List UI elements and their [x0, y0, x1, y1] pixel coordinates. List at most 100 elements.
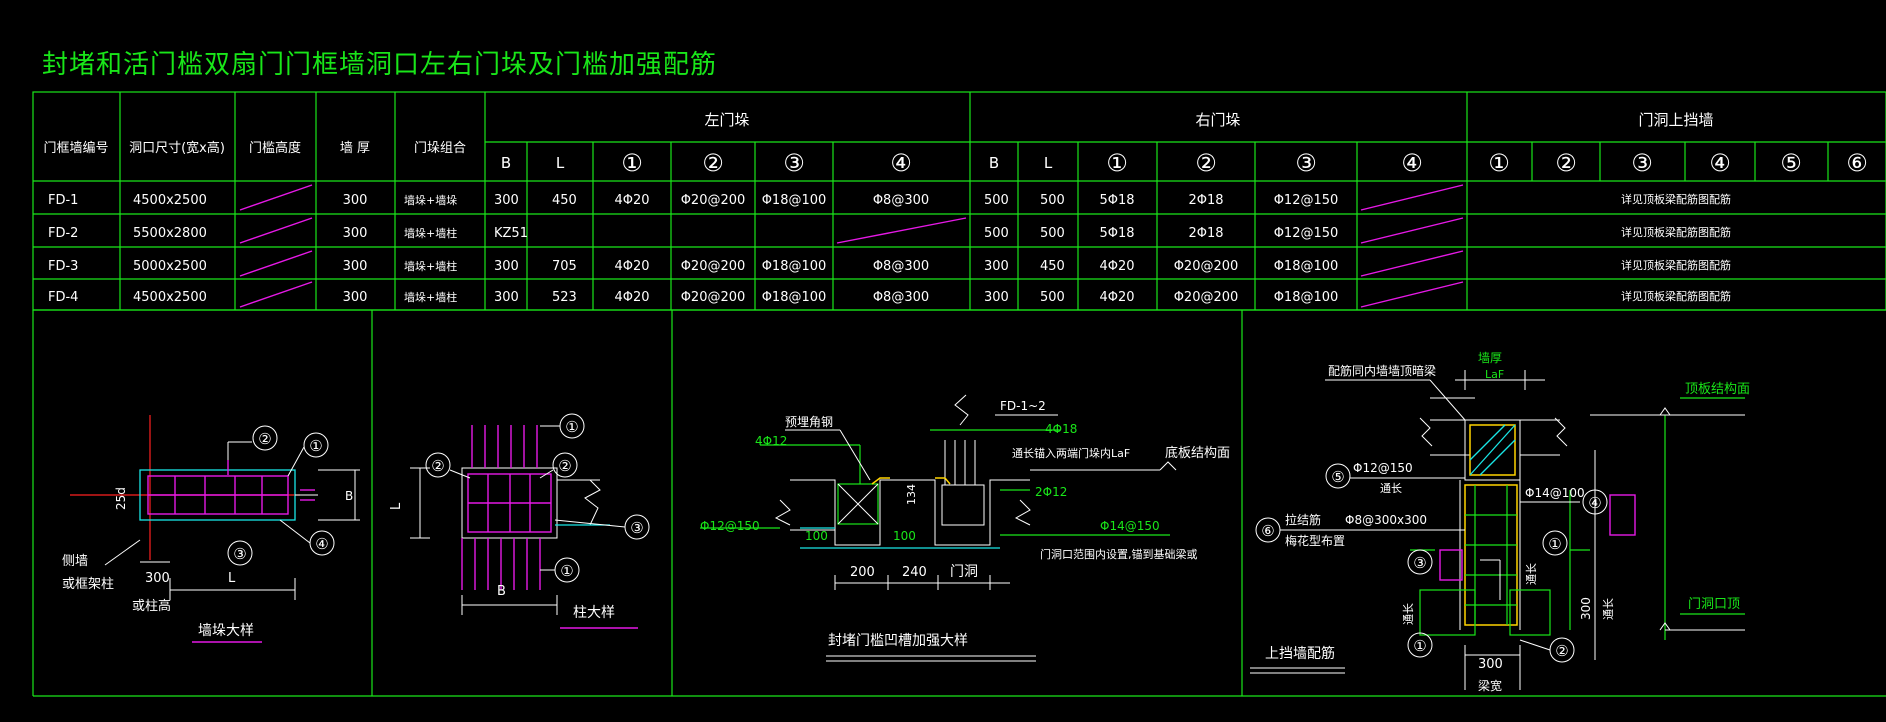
detail-column: ① ② ② ③ ① L B 柱大样: [389, 413, 650, 629]
sub-top-2: ②: [1555, 149, 1577, 177]
d4-n2: ②: [1555, 642, 1568, 660]
cell-l3: Φ18@100: [762, 259, 827, 274]
d2-n1a: ①: [565, 418, 578, 436]
d4-n5: ⑤: [1331, 468, 1344, 486]
header-sill: 门槛高度: [249, 140, 301, 156]
d4-tong2: 通长: [1525, 563, 1538, 585]
d4-n1b: ①: [1413, 637, 1426, 655]
cell-ll: 523: [552, 290, 577, 305]
sub-headers: B L ① ② ③ ④ B L ① ② ③ ④ ① ② ③ ④ ⑤ ⑥: [501, 149, 1868, 177]
d3-d240: 240: [902, 565, 927, 580]
cell-size: 4500x2500: [133, 290, 207, 305]
d1-side1: 侧墙: [62, 554, 88, 569]
cell-r2: 2Φ18: [1188, 193, 1223, 208]
d1-n4: ④: [315, 535, 328, 553]
d3-angle: 预埋角钢: [785, 415, 833, 429]
sub-right-l: L: [1044, 154, 1053, 172]
d1-h: 25d: [114, 487, 128, 510]
cell-r3: Φ12@150: [1274, 226, 1339, 241]
cell-r3: Φ12@150: [1274, 193, 1339, 208]
d3-d100a: 100: [805, 529, 828, 543]
cell-id: FD-4: [48, 290, 78, 305]
d2-caption: 柱大样: [573, 605, 615, 621]
cell-rb: 500: [984, 193, 1009, 208]
cell-wall: 300: [343, 193, 368, 208]
cell-l4: Φ8@300: [873, 259, 929, 274]
cell-r2: 2Φ18: [1188, 226, 1223, 241]
d2-n1b: ①: [560, 562, 573, 580]
cell-l1: 4Φ20: [614, 290, 649, 305]
sub-left-4: ④: [890, 149, 912, 177]
cell-rb: 300: [984, 259, 1009, 274]
sub-top-4: ④: [1709, 149, 1731, 177]
d4-laf: LaF: [1485, 368, 1504, 381]
cell-size: 5500x2800: [133, 226, 207, 241]
sub-right-4: ④: [1401, 149, 1423, 177]
header-top: 门洞上挡墙: [1638, 111, 1713, 129]
cell-l3: Φ18@100: [762, 290, 827, 305]
d4-bw: 梁宽: [1478, 678, 1502, 693]
cell-combo: 墙垛+墙柱: [404, 226, 457, 240]
d4-n6: ⑥: [1261, 522, 1274, 540]
sub-right-3: ③: [1295, 149, 1317, 177]
d4-r6b: 梅花型布置: [1285, 533, 1345, 548]
header-id: 门框墙编号: [43, 141, 108, 156]
cell-top: 详见顶板梁配筋图配筋: [1621, 258, 1731, 272]
d4-wt: 墙厚: [1478, 351, 1502, 365]
detail-sill-groove: 4Φ12 预埋角钢 FD-1~2 4Φ18 通长锚入两端门垛内LaF 底板结构面…: [700, 394, 1230, 662]
d2-n2b: ②: [558, 457, 571, 475]
sub-left-2: ②: [702, 149, 724, 177]
cell-combo: 墙垛+墙柱: [404, 259, 457, 273]
cell-combo: 墙垛+墙柱: [404, 290, 457, 304]
sub-left-1: ①: [621, 149, 643, 177]
cell-rl: 500: [1040, 226, 1065, 241]
detail-wall-pier: ② ① ③ ④ B 25d 300 L 侧墙 或框架柱 或柱高 墙垛大样: [62, 415, 360, 643]
cell-r1: 5Φ18: [1099, 193, 1134, 208]
header-combo: 门垛组合: [414, 141, 466, 156]
cell-r2: Φ20@200: [1174, 290, 1239, 305]
cell-wall: 300: [343, 226, 368, 241]
cell-size: 4500x2500: [133, 193, 207, 208]
sub-right-1: ①: [1106, 149, 1128, 177]
table-body: FD-1 4500x2500 300 墙垛+墙垛 300 450 4Φ20 Φ2…: [48, 192, 1731, 305]
cell-l1: 4Φ20: [614, 259, 649, 274]
d4-r6a: 拉结筋: [1285, 512, 1321, 527]
header-left: 左门垛: [704, 111, 749, 129]
d4-slab: 顶板结构面: [1685, 382, 1750, 397]
d3-phi14: Φ14@150: [1100, 519, 1160, 533]
cell-r1: 4Φ20: [1099, 259, 1134, 274]
detail-top-wall: 配筋同内墙墙顶暗梁 墙厚 LaF 顶板结构面 ⑤ Φ12@150 通长 ⑥ 拉结…: [1250, 351, 1750, 693]
d4-caption: 上挡墙配筋: [1265, 645, 1335, 662]
d4-n4: ④: [1588, 494, 1601, 512]
cell-rl: 500: [1040, 290, 1065, 305]
sub-top-6: ⑥: [1846, 149, 1868, 177]
cell-top: 详见顶板梁配筋图配筋: [1621, 192, 1731, 206]
table-row: FD-3 5000x2500 300 墙垛+墙柱 300 705 4Φ20 Φ2…: [48, 258, 1731, 274]
d3-r4phi12: 4Φ12: [755, 434, 787, 448]
cad-drawing: 门框墙编号 洞口尺寸(宽x高) 门槛高度 墙 厚 门垛组合 左门垛 右门垛 门洞…: [32, 91, 1886, 697]
sub-left-3: ③: [783, 149, 805, 177]
cell-ll: 450: [552, 193, 577, 208]
d4-top1: 配筋同内墙墙顶暗梁: [1328, 363, 1436, 378]
cell-rb: 300: [984, 290, 1009, 305]
cell-r2: Φ20@200: [1174, 259, 1239, 274]
cell-l4: Φ8@300: [873, 193, 929, 208]
cell-r1: 4Φ20: [1099, 290, 1134, 305]
sub-right-b: B: [989, 154, 999, 172]
cell-l3: Φ18@100: [762, 193, 827, 208]
d3-d200: 200: [850, 565, 875, 580]
d1-side2: 或框架柱: [62, 577, 114, 592]
d4-r6: Φ8@300x300: [1345, 513, 1427, 527]
sub-right-2: ②: [1195, 149, 1217, 177]
cell-l2: Φ20@200: [681, 193, 746, 208]
cell-r1: 5Φ18: [1099, 226, 1134, 241]
d4-r5: Φ12@150: [1353, 461, 1413, 475]
cell-r3: Φ18@100: [1274, 290, 1339, 305]
d4-tong3: 通长: [1602, 598, 1615, 620]
d1-caption: 墙垛大样: [198, 623, 254, 639]
d2-l: L: [389, 502, 404, 510]
sub-top-3: ③: [1631, 149, 1653, 177]
cell-wall: 300: [343, 290, 368, 305]
d2-b: B: [497, 584, 506, 599]
d3-d134: 134: [905, 484, 918, 505]
